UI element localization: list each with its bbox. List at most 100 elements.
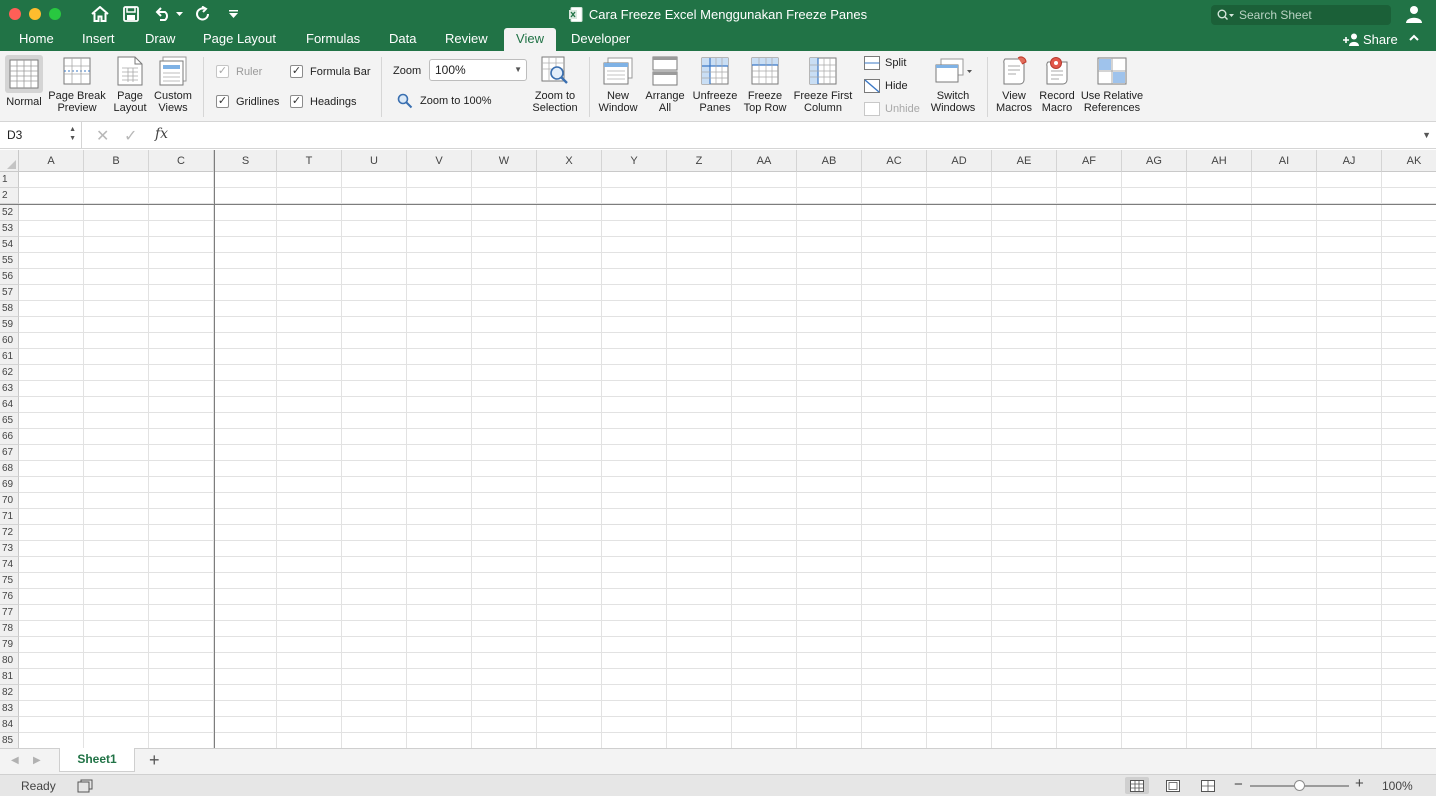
grid-cell[interactable] [667,333,732,349]
grid-cell[interactable] [19,733,84,748]
grid-cell[interactable] [277,349,342,365]
grid-cell[interactable] [537,397,602,413]
grid-cell[interactable] [927,205,992,221]
gridlines-checkbox[interactable]: ✓ Gridlines [216,95,279,108]
grid-cell[interactable] [277,172,342,188]
grid-cell[interactable] [472,509,537,525]
grid-cell[interactable] [862,637,927,653]
grid-cell[interactable] [1122,333,1187,349]
grid-cell[interactable] [732,493,797,509]
grid-cell[interactable] [602,525,667,541]
tab-page-layout[interactable]: Page Layout [195,28,284,51]
grid-cell[interactable] [992,669,1057,685]
tab-data[interactable]: Data [381,28,424,51]
grid-cell[interactable] [472,541,537,557]
grid-cell[interactable] [472,669,537,685]
grid-cell[interactable] [1317,333,1382,349]
grid-cell[interactable] [149,221,214,237]
grid-cell[interactable] [992,717,1057,733]
grid-cell[interactable] [927,285,992,301]
column-header[interactable]: U [342,150,407,172]
grid-cell[interactable] [19,653,84,669]
grid-cell[interactable] [1252,557,1317,573]
column-header[interactable]: X [537,150,602,172]
grid-cell[interactable] [277,717,342,733]
grid-cell[interactable] [19,701,84,717]
grid-cell[interactable] [797,493,862,509]
grid-cell[interactable] [862,365,927,381]
grid-cell[interactable] [149,541,214,557]
grid-cell[interactable] [1057,557,1122,573]
grid-cell[interactable] [1382,253,1436,269]
grid-cell[interactable] [1122,557,1187,573]
row-header[interactable]: 62 [0,365,19,381]
row-header[interactable]: 83 [0,701,19,717]
column-header[interactable]: AF [1057,150,1122,172]
zoom-slider-thumb[interactable] [1294,780,1305,791]
grid-cell[interactable] [1187,525,1252,541]
grid-cell[interactable] [342,733,407,748]
grid-cell[interactable] [1122,589,1187,605]
grid-cell[interactable] [84,269,149,285]
grid-cell[interactable] [537,285,602,301]
grid-cell[interactable] [1382,221,1436,237]
grid-cell[interactable] [992,333,1057,349]
grid-cell[interactable] [84,605,149,621]
grid-cell[interactable] [407,301,472,317]
grid-cell[interactable] [19,717,84,733]
grid-cell[interactable] [342,188,407,204]
grid-cell[interactable] [797,397,862,413]
page-break-preview-button[interactable]: Page Break Preview [48,55,106,114]
grid-cell[interactable] [1187,557,1252,573]
grid-cell[interactable] [215,557,277,573]
grid-cell[interactable] [1382,333,1436,349]
grid-cell[interactable] [602,493,667,509]
grid-cell[interactable] [667,269,732,285]
grid-cell[interactable] [342,365,407,381]
grid-cell[interactable] [407,445,472,461]
grid-cell[interactable] [149,653,214,669]
grid-cell[interactable] [19,685,84,701]
grid-cell[interactable] [84,413,149,429]
grid-cell[interactable] [732,205,797,221]
grid-cell[interactable] [1057,733,1122,748]
grid-cell[interactable] [537,269,602,285]
grid-cell[interactable] [342,172,407,188]
grid-cell[interactable] [927,221,992,237]
row-header[interactable]: 76 [0,589,19,605]
grid-cell[interactable] [992,653,1057,669]
grid-cell[interactable] [732,461,797,477]
row-header[interactable]: 72 [0,525,19,541]
grid-cell[interactable] [149,445,214,461]
grid-cell[interactable] [1057,172,1122,188]
grid-cell[interactable] [1252,413,1317,429]
grid-cell[interactable] [149,413,214,429]
grid-cell[interactable] [1057,509,1122,525]
grid-cell[interactable] [602,733,667,748]
grid-cell[interactable] [537,653,602,669]
grid-cell[interactable] [797,653,862,669]
grid-cell[interactable] [1252,653,1317,669]
grid-cell[interactable] [602,221,667,237]
grid-cell[interactable] [797,285,862,301]
grid-cell[interactable] [1252,685,1317,701]
grid-cell[interactable] [215,317,277,333]
row-header[interactable]: 66 [0,429,19,445]
grid-cell[interactable] [1122,653,1187,669]
grid-cell[interactable] [1252,525,1317,541]
grid-cell[interactable] [732,445,797,461]
row-header[interactable]: 74 [0,557,19,573]
unfreeze-panes-button[interactable]: Unfreeze Panes [690,55,740,114]
grid-cell[interactable] [602,269,667,285]
grid-cell[interactable] [1122,413,1187,429]
view-macros-button[interactable]: View Macros [993,55,1035,114]
grid-cell[interactable] [215,413,277,429]
grid-cell[interactable] [1252,573,1317,589]
grid-cell[interactable] [927,509,992,525]
grid-cell[interactable] [84,557,149,573]
grid-cell[interactable] [84,205,149,221]
grid-cell[interactable] [277,669,342,685]
grid-cell[interactable] [1252,253,1317,269]
grid-cell[interactable] [537,349,602,365]
headings-checkbox[interactable]: ✓ Headings [290,95,356,108]
